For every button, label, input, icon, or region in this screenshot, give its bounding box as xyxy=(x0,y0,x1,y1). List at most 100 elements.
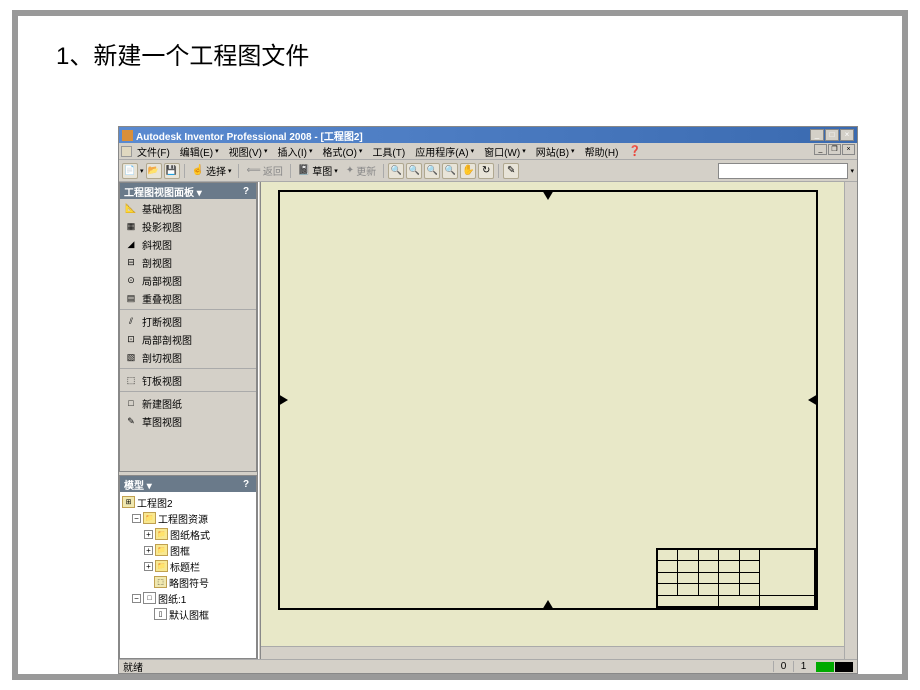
tree-expand-icon[interactable]: + xyxy=(144,530,153,539)
zoom-window-icon[interactable] xyxy=(424,163,440,179)
selection-dropdown[interactable] xyxy=(718,163,848,179)
mdi-controls: _ ❐ × xyxy=(814,144,855,155)
sketch-tool[interactable]: 📓 草图 ▾ xyxy=(295,163,341,178)
help-icon[interactable]: ? xyxy=(240,186,252,197)
panel-item-局部剖视图[interactable]: ⊡ 局部剖视图 xyxy=(120,330,256,348)
model-tree: ⊞工程图2 −📁工程图资源 +📁图纸格式 +📁图框 +📁标题栏 ⬚略图符号 −□… xyxy=(120,492,256,658)
menu-format[interactable]: 格式(O)▾ xyxy=(317,143,367,160)
zoom-plus-icon[interactable] xyxy=(406,163,422,179)
drawing-canvas[interactable] xyxy=(257,182,857,659)
main-area: 工程图视图面板 ▾ ? 📐基础视图▦投影视图◢斜视图⊟剖视图⊙局部视图▤重叠视图… xyxy=(119,182,857,659)
menu-file[interactable]: 文件(F) xyxy=(132,143,175,160)
panel-item-label: 打断视图 xyxy=(142,314,182,329)
panel-item-基础视图[interactable]: 📐基础视图 xyxy=(120,199,256,217)
zoom-fit-icon[interactable] xyxy=(442,163,458,179)
menu-help-icon[interactable]: ❓ xyxy=(623,145,645,158)
tree-sheet-formats[interactable]: +📁图纸格式 xyxy=(122,526,254,542)
titlebar-text: Autodesk Inventor Professional 2008 - [工… xyxy=(136,128,810,143)
view-icon: ▧ xyxy=(124,350,138,364)
horizontal-scrollbar[interactable] xyxy=(258,646,844,659)
panel-item-label: 新建图纸 xyxy=(142,396,182,411)
marker-icon[interactable]: ✎ xyxy=(503,163,519,179)
back-tool[interactable]: ⟸ 返回 xyxy=(243,163,285,178)
panel-item-label: 局部剖视图 xyxy=(142,332,192,347)
tree-collapse-icon[interactable]: − xyxy=(132,514,141,523)
panel-item-label: 重叠视图 xyxy=(142,291,182,306)
status-indicator-green xyxy=(816,662,834,672)
mdi-minimize-button[interactable]: _ xyxy=(814,144,827,155)
update-tool[interactable]: ✦ 更新 xyxy=(343,163,379,178)
panel-item-重叠视图[interactable]: ▤重叠视图 xyxy=(120,289,256,307)
menu-help[interactable]: 帮助(H) xyxy=(580,143,624,160)
view-icon: ⊟ xyxy=(124,255,138,269)
center-mark-top-icon xyxy=(542,190,554,200)
tree-sketch-symbols[interactable]: ⬚略图符号 xyxy=(122,574,254,590)
tree-default-border[interactable]: ▯默认图框 xyxy=(122,606,254,622)
zoom-icon[interactable] xyxy=(388,163,404,179)
view-icon: ⊙ xyxy=(124,273,138,287)
view-icon: □ xyxy=(124,396,138,410)
toolbar-separator xyxy=(498,164,499,178)
status-text: 就绪 xyxy=(123,659,773,674)
menu-view[interactable]: 视图(V)▾ xyxy=(224,143,273,160)
panel-item-钉板视图[interactable]: ⬚钉板视图 xyxy=(120,371,256,389)
panel-item-新建图纸[interactable]: □ 新建图纸 xyxy=(120,394,256,412)
panel-item-斜视图[interactable]: ◢斜视图 xyxy=(120,235,256,253)
help-icon[interactable]: ? xyxy=(240,479,252,490)
panel-resize-handle[interactable] xyxy=(258,182,261,659)
menu-insert[interactable]: 插入(I)▾ xyxy=(273,143,318,160)
panel-item-label: 剖视图 xyxy=(142,255,172,270)
tree-borders[interactable]: +📁图框 xyxy=(122,542,254,558)
pan-icon[interactable]: ✋ xyxy=(460,163,476,179)
titlebar: Autodesk Inventor Professional 2008 - [工… xyxy=(119,127,857,143)
mdi-restore-button[interactable]: ❐ xyxy=(828,144,841,155)
view-icon: ◢ xyxy=(124,237,138,251)
toolbar-separator xyxy=(290,164,291,178)
left-panels: 工程图视图面板 ▾ ? 📐基础视图▦投影视图◢斜视图⊟剖视图⊙局部视图▤重叠视图… xyxy=(119,182,257,659)
panel-item-剖视图[interactable]: ⊟ 剖视图 xyxy=(120,253,256,271)
tree-sheet[interactable]: −□图纸:1 xyxy=(122,590,254,606)
mdi-close-button[interactable]: × xyxy=(842,144,855,155)
toolbar: ▾ ☝ 选择 ▾ ⟸ 返回 📓 草图 ▾ ✦ 更新 ✋ ↻ ✎ ▾ xyxy=(119,160,857,182)
app-icon xyxy=(122,130,133,141)
panel-item-label: 局部视图 xyxy=(142,273,182,288)
slide-frame: 1、新建一个工程图文件 Autodesk Inventor Profession… xyxy=(12,10,908,680)
statusbar: 就绪 0 1 xyxy=(119,659,857,673)
panel-item-打断视图[interactable]: ⫽ 打断视图 xyxy=(120,312,256,330)
panel-item-剖切视图[interactable]: ▧剖切视图 xyxy=(120,348,256,366)
tree-title-blocks[interactable]: +📁标题栏 xyxy=(122,558,254,574)
maximize-button[interactable]: □ xyxy=(825,129,839,141)
new-button-icon[interactable] xyxy=(122,163,138,179)
panel-item-投影视图[interactable]: ▦投影视图 xyxy=(120,217,256,235)
view-icon: ⫽ xyxy=(124,314,138,328)
panel-divider xyxy=(120,368,256,369)
menu-tools[interactable]: 工具(T) xyxy=(367,143,410,160)
tree-expand-icon[interactable]: + xyxy=(144,562,153,571)
select-tool[interactable]: ☝ 选择 ▾ xyxy=(189,163,235,178)
dropdown-arrow-icon[interactable]: ▾ xyxy=(850,167,854,175)
panel-divider xyxy=(120,391,256,392)
tree-expand-icon[interactable]: + xyxy=(144,546,153,555)
menu-web[interactable]: 网站(B)▾ xyxy=(531,143,580,160)
panel-item-草图视图[interactable]: ✎草图视图 xyxy=(120,412,256,430)
tree-root[interactable]: ⊞工程图2 xyxy=(122,494,254,510)
menubar: 文件(F) 编辑(E)▾ 视图(V)▾ 插入(I)▾ 格式(O)▾ 工具(T) … xyxy=(119,143,857,160)
close-button[interactable]: × xyxy=(840,129,854,141)
menu-edit[interactable]: 编辑(E)▾ xyxy=(175,143,224,160)
panel-item-局部视图[interactable]: ⊙ 局部视图 xyxy=(120,271,256,289)
view-icon: ⊡ xyxy=(124,332,138,346)
vertical-scrollbar[interactable] xyxy=(844,182,857,659)
new-dropdown-icon[interactable]: ▾ xyxy=(140,167,144,175)
minimize-button[interactable]: _ xyxy=(810,129,824,141)
menu-window[interactable]: 窗口(W)▾ xyxy=(479,143,531,160)
tree-collapse-icon[interactable]: − xyxy=(132,594,141,603)
tree-resources[interactable]: −📁工程图资源 xyxy=(122,510,254,526)
view-icon: ⬚ xyxy=(124,373,138,387)
panel-item-label: 投影视图 xyxy=(142,219,182,234)
model-panel: 模型 ▾ ? ⊞工程图2 −📁工程图资源 +📁图纸格式 +📁图框 +📁标题栏 ⬚… xyxy=(119,475,257,659)
open-button-icon[interactable] xyxy=(146,163,162,179)
doc-icon[interactable] xyxy=(121,146,132,157)
menu-application[interactable]: 应用程序(A)▾ xyxy=(410,143,479,160)
orbit-icon[interactable]: ↻ xyxy=(478,163,494,179)
save-button-icon[interactable] xyxy=(164,163,180,179)
